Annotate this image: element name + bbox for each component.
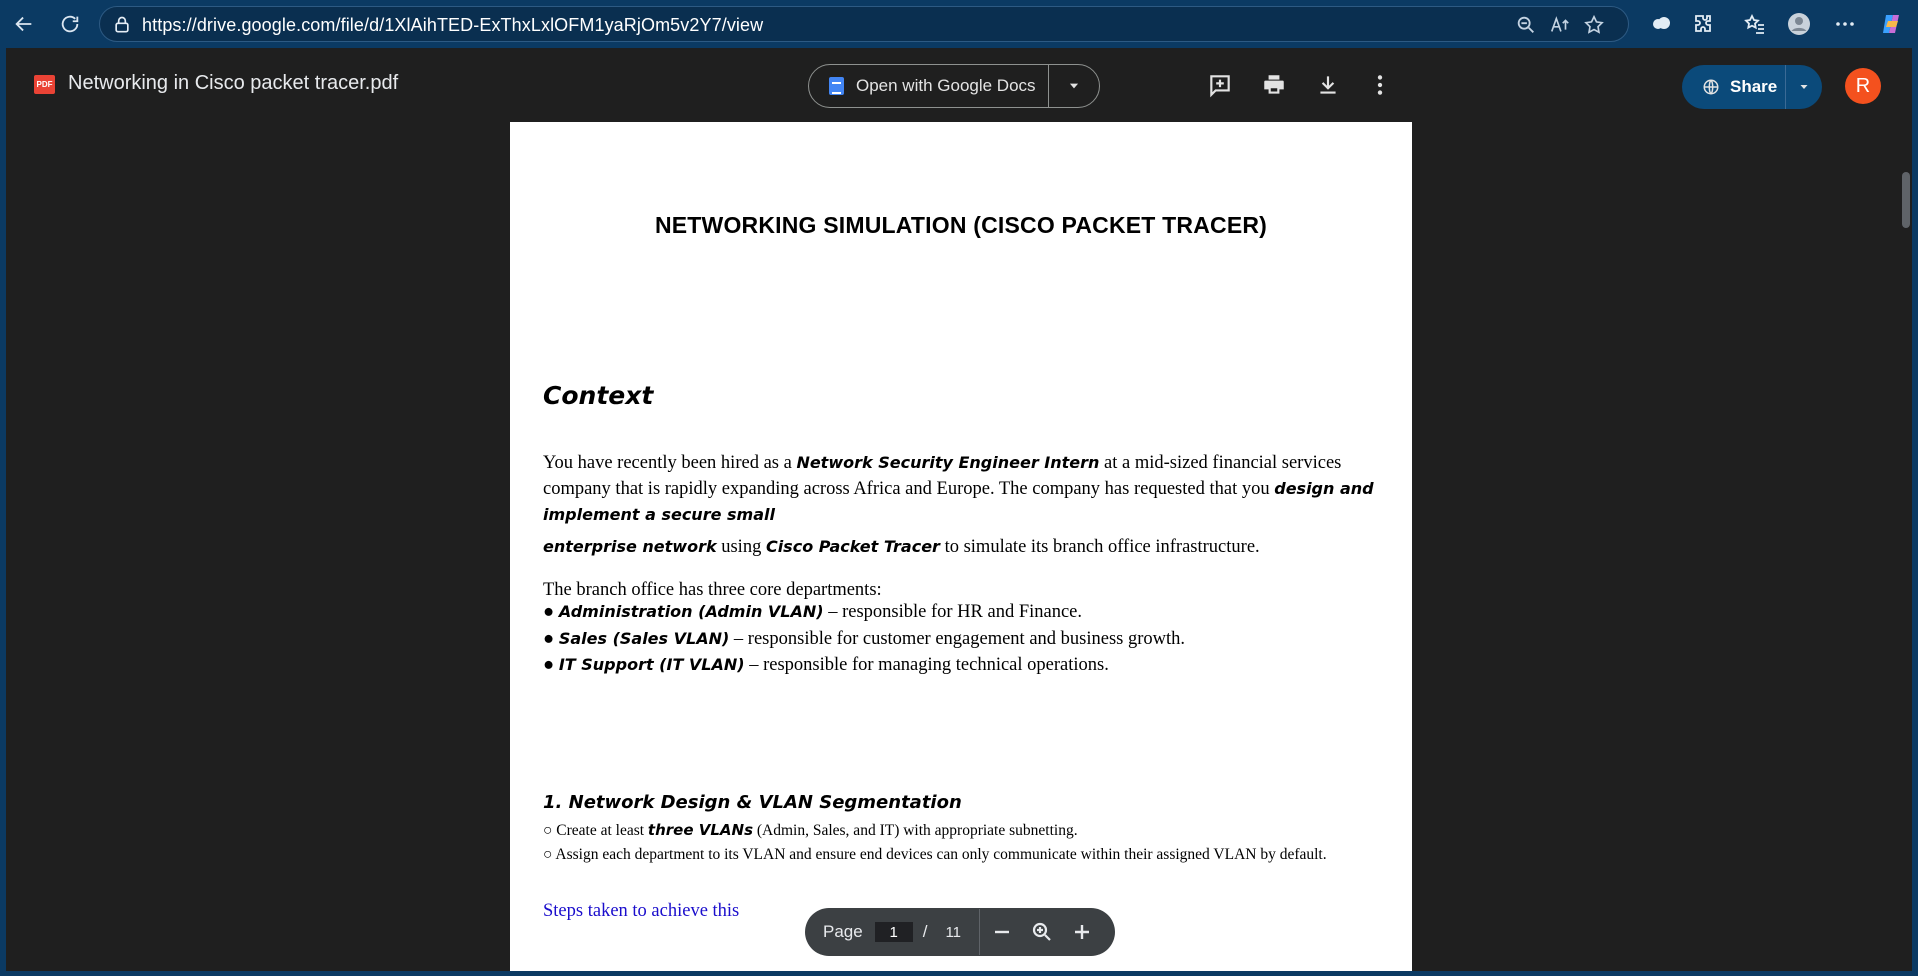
profile-icon[interactable]: [1786, 11, 1812, 37]
read-aloud-icon[interactable]: [1549, 14, 1571, 36]
caret-down-icon: [1069, 83, 1079, 89]
section-heading: 1. Network Design & VLAN Segmentation: [543, 792, 962, 813]
open-with-dropdown-button[interactable]: [1049, 65, 1099, 107]
requirement-text: (Admin, Sales, and IT) with appropriate …: [753, 822, 1078, 839]
bullet-mark: ●: [543, 629, 555, 649]
share-button-group: Share: [1682, 65, 1822, 109]
drive-pdf-viewer: PDF Networking in Cisco packet tracer.pd…: [6, 48, 1912, 971]
department-desc: – responsible for customer engagement an…: [729, 629, 1186, 649]
zoom-out-icon[interactable]: [1515, 14, 1537, 36]
scrollbar-thumb[interactable]: [1902, 172, 1910, 228]
para-text: to simulate its branch office infrastruc…: [939, 537, 1260, 557]
page-slash: /: [922, 922, 928, 941]
refresh-icon[interactable]: [54, 8, 86, 40]
department-name: Administration (Admin VLAN): [558, 602, 824, 621]
google-docs-icon: [829, 77, 844, 95]
open-with-label: Open with Google Docs: [856, 76, 1036, 95]
globe-icon: [1703, 79, 1719, 95]
more-actions-icon[interactable]: [1364, 69, 1396, 101]
extensions-icon[interactable]: [1690, 11, 1716, 37]
pdf-page: NETWORKING SIMULATION (CISCO PACKET TRAC…: [510, 122, 1412, 971]
page-number-input[interactable]: [874, 922, 913, 942]
lock-icon[interactable]: [112, 15, 132, 35]
page-label: Page: [823, 922, 863, 941]
para-emphasis: Cisco Packet Tracer: [765, 537, 940, 556]
divider: [979, 909, 981, 955]
browser-toolbar: https://drive.google.com/file/d/1XlAihTE…: [0, 0, 1918, 48]
bullet-mark: ○: [543, 846, 553, 863]
page-navigation: Page / 11: [805, 908, 1115, 956]
zoom-icon: [1032, 922, 1051, 941]
requirement-emphasis: three VLANs: [647, 821, 753, 839]
favorites-icon[interactable]: [1742, 11, 1768, 37]
open-with-google-docs-button[interactable]: Open with Google Docs: [809, 65, 1049, 107]
para-text: using: [716, 537, 766, 557]
scrollbar[interactable]: [1900, 122, 1912, 971]
favorite-star-icon[interactable]: [1583, 14, 1605, 36]
share-label: Share: [1730, 77, 1778, 96]
download-icon[interactable]: [1312, 69, 1344, 101]
more-options-icon[interactable]: [1832, 11, 1858, 37]
department-name: IT Support (IT VLAN): [558, 655, 745, 674]
share-button[interactable]: Share: [1682, 65, 1786, 109]
context-paragraph: You have recently been hired as a Networ…: [543, 450, 1383, 528]
bullet-mark: ●: [543, 655, 555, 675]
department-desc: – responsible for HR and Finance.: [823, 602, 1083, 622]
steps-link[interactable]: Steps taken to achieve this: [543, 901, 739, 922]
requirement-item: ○ Create at least three VLANs (Admin, Sa…: [543, 821, 1383, 840]
back-icon[interactable]: [8, 8, 40, 40]
share-dropdown-button[interactable]: [1786, 65, 1822, 109]
context-paragraph-continued: enterprise network using Cisco Packet Tr…: [543, 534, 1383, 560]
caret-down-icon: [1800, 85, 1808, 89]
viewer-toolbar: PDF Networking in Cisco packet tracer.pd…: [6, 48, 1912, 122]
zoom-fit-button[interactable]: [1022, 912, 1062, 952]
file-title: Networking in Cisco packet tracer.pdf: [68, 72, 399, 94]
pdf-file-icon: PDF: [34, 75, 55, 94]
department-item: ● Sales (Sales VLAN) – responsible for c…: [543, 629, 1185, 650]
department-item: ● Administration (Admin VLAN) – responsi…: [543, 602, 1082, 623]
requirement-item: ○ Assign each department to its VLAN and…: [543, 846, 1383, 863]
browser-window: https://drive.google.com/file/d/1XlAihTE…: [0, 0, 1918, 976]
bullet-mark: ●: [543, 602, 555, 622]
bullet-mark: ○: [543, 822, 553, 839]
page-total: 11: [945, 923, 962, 941]
context-heading: Context: [543, 381, 654, 410]
address-bar[interactable]: https://drive.google.com/file/d/1XlAihTE…: [99, 6, 1629, 42]
copilot-icon[interactable]: [1878, 11, 1904, 37]
minus-icon: [995, 930, 1010, 934]
account-avatar[interactable]: R: [1845, 68, 1881, 104]
department-desc: – responsible for managing technical ope…: [744, 655, 1109, 675]
print-icon[interactable]: [1258, 69, 1290, 101]
department-item: ● IT Support (IT VLAN) – responsible for…: [543, 655, 1109, 676]
requirement-text: Create at least: [552, 822, 648, 839]
zoom-in-button[interactable]: [1062, 912, 1102, 952]
para-text: You have recently been hired as a: [543, 453, 797, 473]
plus-icon: [1075, 925, 1090, 939]
requirement-text: Assign each department to its VLAN and e…: [552, 846, 1327, 863]
url-text[interactable]: https://drive.google.com/file/d/1XlAihTE…: [142, 15, 763, 36]
open-with-button-group: Open with Google Docs: [808, 64, 1100, 108]
zoom-out-button[interactable]: [982, 912, 1022, 952]
para-emphasis: Network Security Engineer Intern: [796, 453, 1100, 472]
add-comment-icon[interactable]: [1204, 69, 1236, 101]
branch-intro: The branch office has three core departm…: [543, 580, 882, 600]
department-name: Sales (Sales VLAN): [558, 629, 730, 648]
para-emphasis: enterprise network: [543, 537, 717, 556]
copilot-cloud-icon[interactable]: [1648, 11, 1674, 37]
document-title: NETWORKING SIMULATION (CISCO PACKET TRAC…: [654, 212, 1268, 238]
